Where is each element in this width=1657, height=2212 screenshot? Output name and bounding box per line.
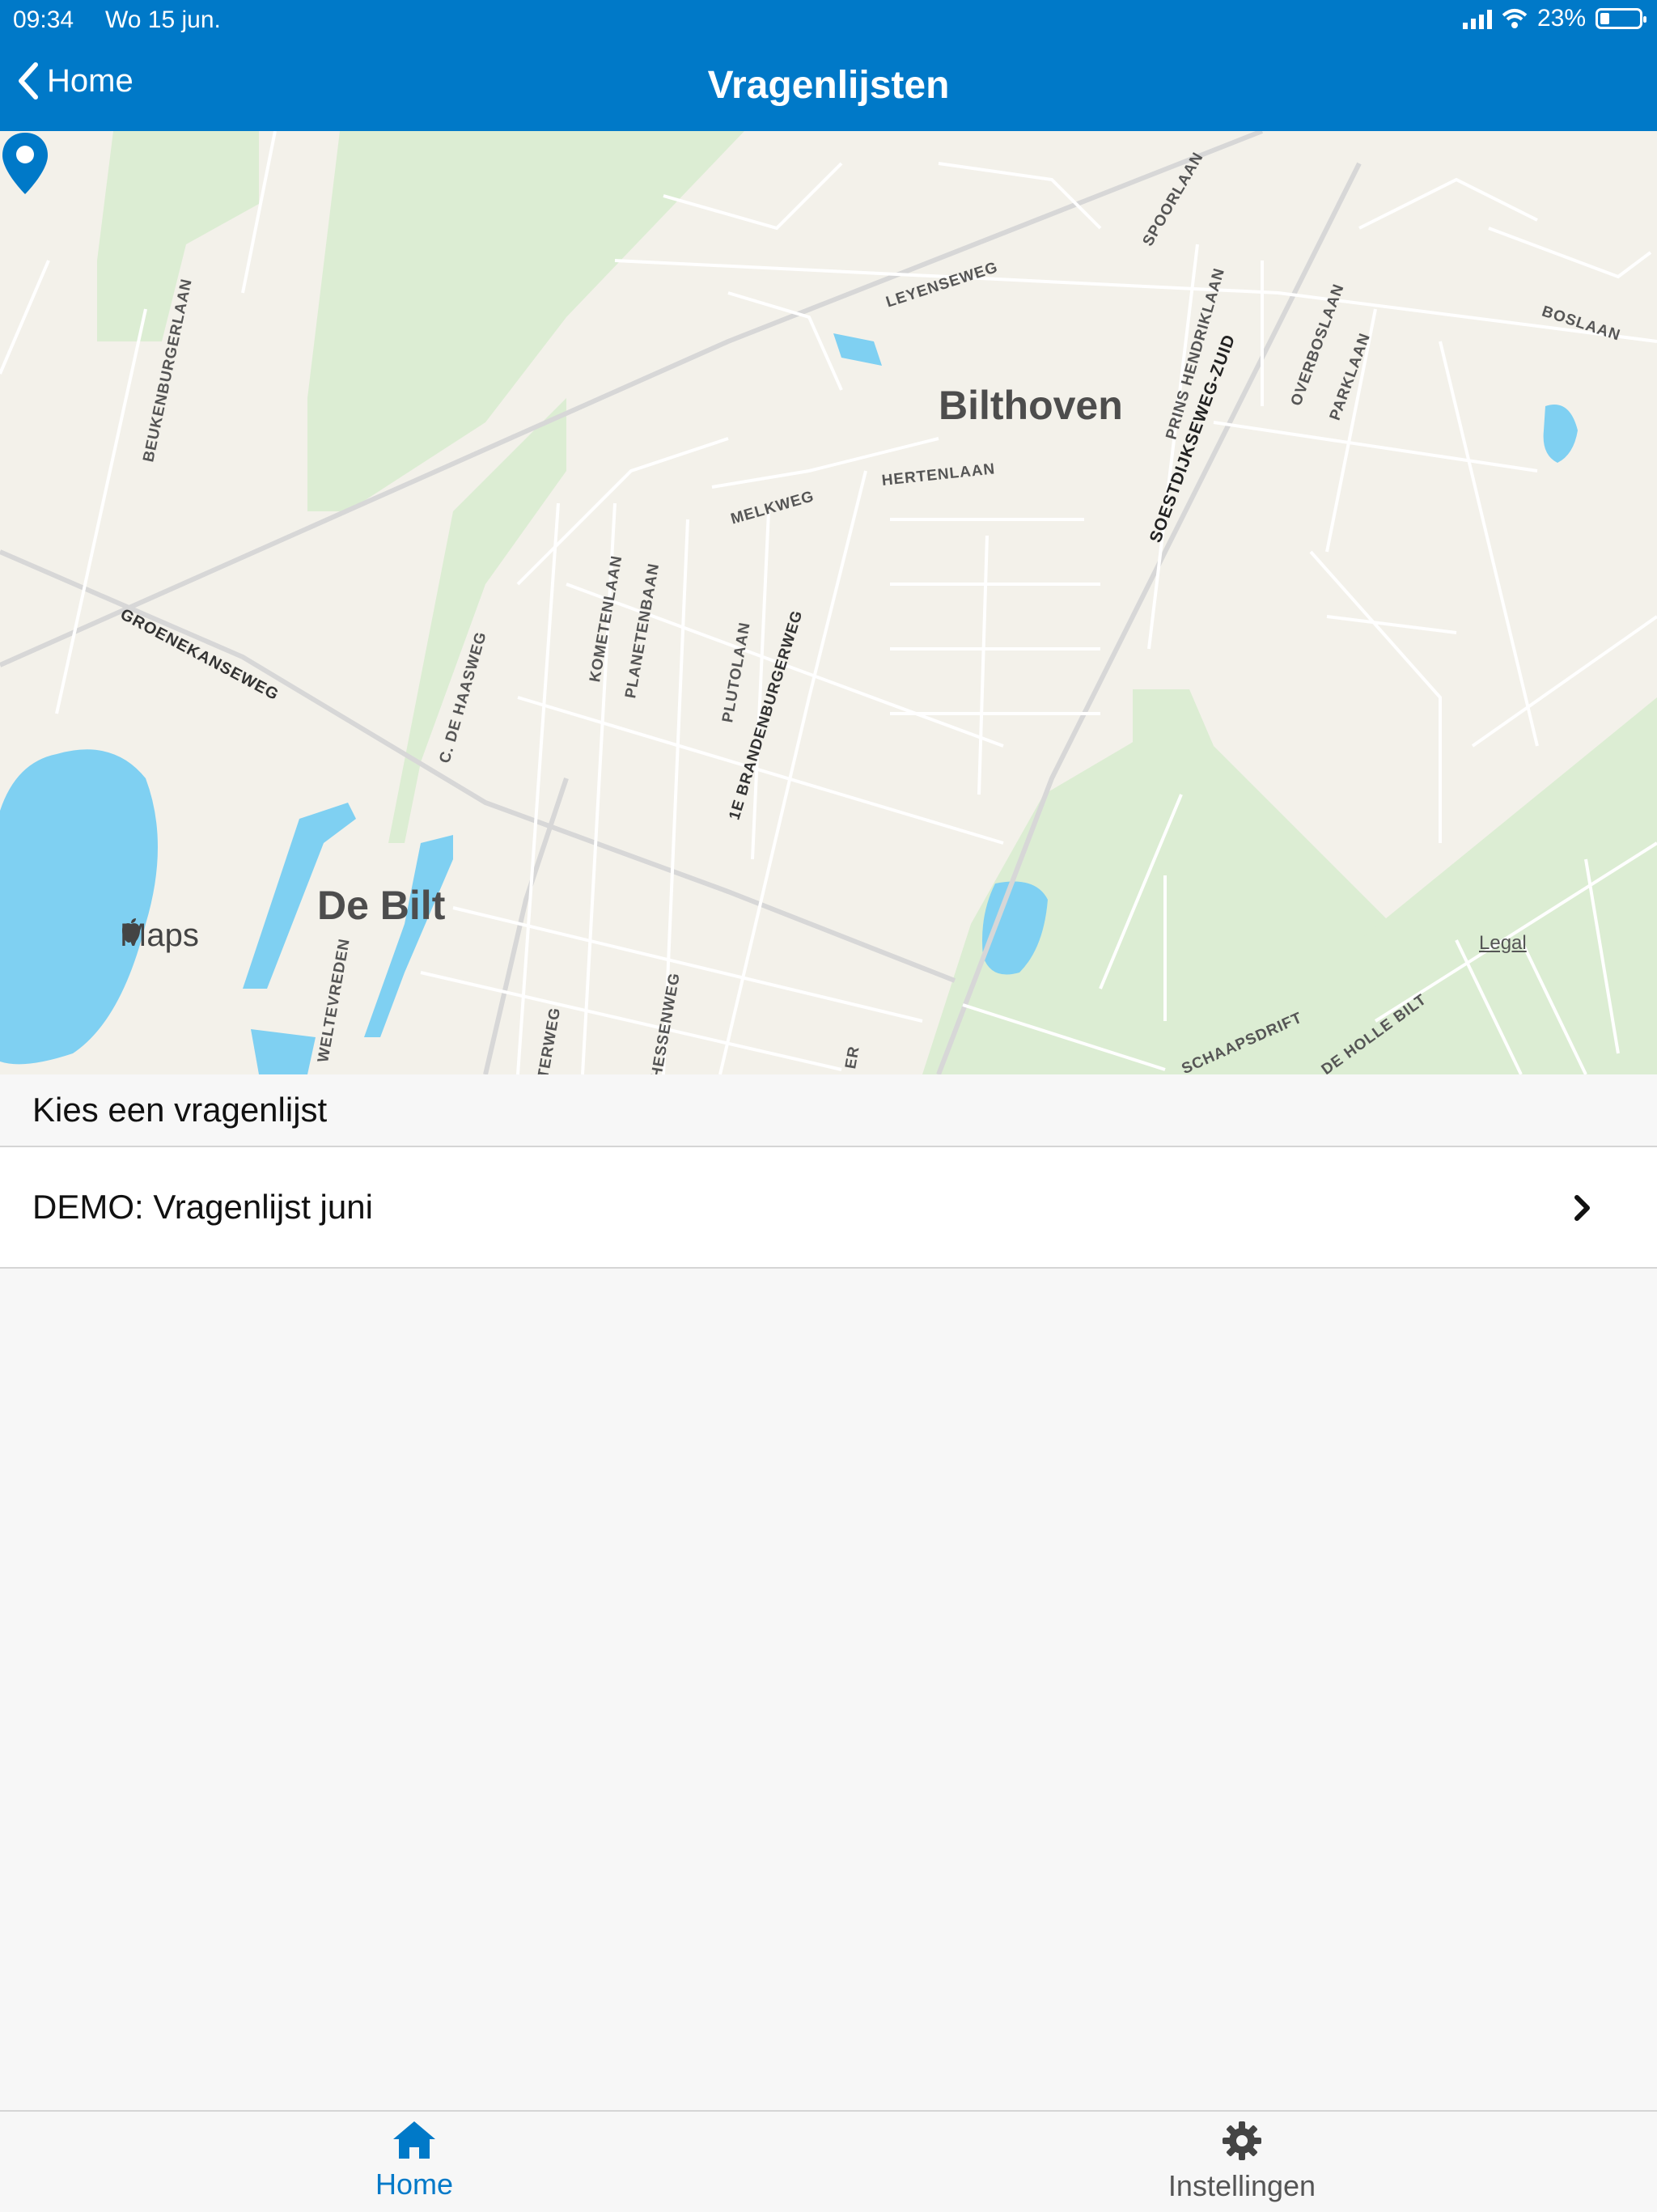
tab-bar: Home Instellingen bbox=[0, 2110, 1657, 2212]
status-bar: 09:34 Wo 15 jun. 23% bbox=[0, 0, 1657, 39]
page-title: Vragenlijsten bbox=[707, 64, 950, 107]
chevron-right-icon bbox=[1574, 1195, 1590, 1221]
home-icon bbox=[393, 2121, 435, 2159]
tab-settings[interactable]: Instellingen bbox=[1121, 2120, 1363, 2203]
list-item[interactable]: DEMO: Vragenlijst juni bbox=[0, 1147, 1657, 1269]
tab-settings-label: Instellingen bbox=[1168, 2169, 1316, 2202]
section-header-label: Kies een vragenlijst bbox=[32, 1091, 328, 1129]
legal-link[interactable]: Legal bbox=[1479, 932, 1527, 955]
battery-icon bbox=[1596, 8, 1646, 29]
maps-brand: Maps bbox=[120, 917, 199, 954]
gear-icon bbox=[1223, 2121, 1261, 2160]
battery-percent: 23% bbox=[1536, 5, 1586, 32]
location-pin-icon[interactable] bbox=[0, 131, 50, 196]
tab-home[interactable]: Home bbox=[293, 2120, 536, 2201]
tab-home-label: Home bbox=[375, 2168, 454, 2201]
map-view[interactable]: Bilthoven De Bilt LEYENSEWEG SPOORLAAN B… bbox=[0, 131, 1657, 1074]
map-canvas bbox=[0, 131, 1657, 1074]
wifi-icon bbox=[1502, 9, 1528, 28]
map-place-label: Bilthoven bbox=[939, 383, 1123, 428]
apple-logo-icon bbox=[122, 918, 140, 943]
list-item-label: DEMO: Vragenlijst juni bbox=[32, 1188, 373, 1226]
map-place-label: De Bilt bbox=[317, 883, 446, 928]
status-time: 09:34 bbox=[13, 6, 74, 33]
section-header: Kies een vragenlijst bbox=[0, 1074, 1657, 1147]
signal-icon bbox=[1462, 8, 1492, 29]
status-date: Wo 15 jun. bbox=[105, 6, 221, 33]
navigation-bar: Home Vragenlijsten bbox=[0, 39, 1657, 131]
status-right: 23% bbox=[1462, 5, 1646, 32]
